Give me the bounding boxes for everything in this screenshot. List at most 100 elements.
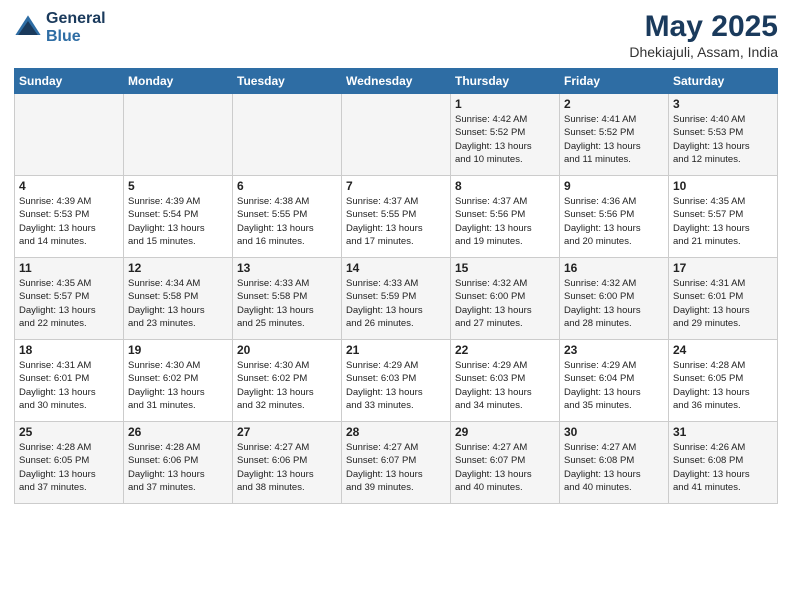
day-info: Sunrise: 4:33 AM Sunset: 5:58 PM Dayligh… (237, 277, 337, 330)
day-number: 16 (564, 261, 664, 275)
calendar-cell-w4d4: 22 Sunrise: 4:29 AM Sunset: 6:03 PM Dayli… (451, 340, 560, 422)
day-info: Sunrise: 4:35 AM Sunset: 5:57 PM Dayligh… (673, 195, 773, 248)
day-number: 21 (346, 343, 446, 357)
day-number: 20 (237, 343, 337, 357)
day-number: 23 (564, 343, 664, 357)
calendar-cell-w5d5: 30 Sunrise: 4:27 AM Sunset: 6:08 PM Dayli… (560, 422, 669, 504)
day-info: Sunrise: 4:39 AM Sunset: 5:53 PM Dayligh… (19, 195, 119, 248)
day-info: Sunrise: 4:32 AM Sunset: 6:00 PM Dayligh… (564, 277, 664, 330)
day-number: 19 (128, 343, 228, 357)
calendar-cell-w4d3: 21 Sunrise: 4:29 AM Sunset: 6:03 PM Dayli… (342, 340, 451, 422)
day-info: Sunrise: 4:41 AM Sunset: 5:52 PM Dayligh… (564, 113, 664, 166)
day-info: Sunrise: 4:29 AM Sunset: 6:04 PM Dayligh… (564, 359, 664, 412)
calendar-cell-w1d6: 3 Sunrise: 4:40 AM Sunset: 5:53 PM Daylig… (669, 94, 778, 176)
day-info: Sunrise: 4:27 AM Sunset: 6:07 PM Dayligh… (346, 441, 446, 494)
calendar-cell-w2d2: 6 Sunrise: 4:38 AM Sunset: 5:55 PM Daylig… (233, 176, 342, 258)
weekday-header-friday: Friday (560, 69, 669, 94)
day-info: Sunrise: 4:30 AM Sunset: 6:02 PM Dayligh… (128, 359, 228, 412)
day-number: 8 (455, 179, 555, 193)
day-number: 26 (128, 425, 228, 439)
day-number: 5 (128, 179, 228, 193)
weekday-header-row: SundayMondayTuesdayWednesdayThursdayFrid… (15, 69, 778, 94)
day-number: 13 (237, 261, 337, 275)
day-number: 11 (19, 261, 119, 275)
day-number: 14 (346, 261, 446, 275)
logo-icon (14, 14, 42, 42)
day-info: Sunrise: 4:26 AM Sunset: 6:08 PM Dayligh… (673, 441, 773, 494)
day-number: 12 (128, 261, 228, 275)
calendar-cell-w3d0: 11 Sunrise: 4:35 AM Sunset: 5:57 PM Dayli… (15, 258, 124, 340)
day-info: Sunrise: 4:37 AM Sunset: 5:56 PM Dayligh… (455, 195, 555, 248)
calendar-table: SundayMondayTuesdayWednesdayThursdayFrid… (14, 68, 778, 504)
weekday-header-monday: Monday (124, 69, 233, 94)
day-number: 10 (673, 179, 773, 193)
day-info: Sunrise: 4:31 AM Sunset: 6:01 PM Dayligh… (19, 359, 119, 412)
day-number: 27 (237, 425, 337, 439)
weekday-header-wednesday: Wednesday (342, 69, 451, 94)
calendar-cell-w2d6: 10 Sunrise: 4:35 AM Sunset: 5:57 PM Dayli… (669, 176, 778, 258)
calendar-cell-w2d5: 9Sunrise: 4:36 AM Sunset: 5:56 PM Daylig… (560, 176, 669, 258)
day-info: Sunrise: 4:34 AM Sunset: 5:58 PM Dayligh… (128, 277, 228, 330)
day-info: Sunrise: 4:27 AM Sunset: 6:07 PM Dayligh… (455, 441, 555, 494)
page-container: General Blue May 2025 Dhekiajuli, Assam,… (0, 0, 792, 514)
calendar-cell-w5d1: 26 Sunrise: 4:28 AM Sunset: 6:06 PM Dayli… (124, 422, 233, 504)
calendar-cell-w3d6: 17 Sunrise: 4:31 AM Sunset: 6:01 PM Dayli… (669, 258, 778, 340)
day-number: 17 (673, 261, 773, 275)
calendar-cell-w1d1 (124, 94, 233, 176)
day-info: Sunrise: 4:40 AM Sunset: 5:53 PM Dayligh… (673, 113, 773, 166)
calendar-cell-w1d5: 2 Sunrise: 4:41 AM Sunset: 5:52 PM Daylig… (560, 94, 669, 176)
calendar-cell-w3d3: 14 Sunrise: 4:33 AM Sunset: 5:59 PM Dayli… (342, 258, 451, 340)
calendar-cell-w5d0: 25Sunrise: 4:28 AM Sunset: 6:05 PM Dayli… (15, 422, 124, 504)
day-info: Sunrise: 4:33 AM Sunset: 5:59 PM Dayligh… (346, 277, 446, 330)
calendar-cell-w4d5: 23 Sunrise: 4:29 AM Sunset: 6:04 PM Dayli… (560, 340, 669, 422)
day-number: 22 (455, 343, 555, 357)
month-year: May 2025 (629, 10, 778, 44)
calendar-cell-w1d0 (15, 94, 124, 176)
day-info: Sunrise: 4:28 AM Sunset: 6:05 PM Dayligh… (673, 359, 773, 412)
day-info: Sunrise: 4:29 AM Sunset: 6:03 PM Dayligh… (346, 359, 446, 412)
day-info: Sunrise: 4:39 AM Sunset: 5:54 PM Dayligh… (128, 195, 228, 248)
title-block: May 2025 Dhekiajuli, Assam, India (629, 10, 778, 60)
calendar-cell-w2d4: 8 Sunrise: 4:37 AM Sunset: 5:56 PM Daylig… (451, 176, 560, 258)
day-number: 3 (673, 97, 773, 111)
calendar-cell-w2d0: 4 Sunrise: 4:39 AM Sunset: 5:53 PM Daylig… (15, 176, 124, 258)
day-number: 15 (455, 261, 555, 275)
day-info: Sunrise: 4:28 AM Sunset: 6:05 PM Dayligh… (19, 441, 119, 494)
day-info: Sunrise: 4:37 AM Sunset: 5:55 PM Dayligh… (346, 195, 446, 248)
day-info: Sunrise: 4:28 AM Sunset: 6:06 PM Dayligh… (128, 441, 228, 494)
weekday-header-saturday: Saturday (669, 69, 778, 94)
day-info: Sunrise: 4:35 AM Sunset: 5:57 PM Dayligh… (19, 277, 119, 330)
week-row-4: 18 Sunrise: 4:31 AM Sunset: 6:01 PM Dayli… (15, 340, 778, 422)
calendar-cell-w1d2 (233, 94, 342, 176)
calendar-cell-w4d0: 18 Sunrise: 4:31 AM Sunset: 6:01 PM Dayli… (15, 340, 124, 422)
day-info: Sunrise: 4:31 AM Sunset: 6:01 PM Dayligh… (673, 277, 773, 330)
day-info: Sunrise: 4:27 AM Sunset: 6:06 PM Dayligh… (237, 441, 337, 494)
calendar-cell-w5d4: 29 Sunrise: 4:27 AM Sunset: 6:07 PM Dayli… (451, 422, 560, 504)
location: Dhekiajuli, Assam, India (629, 44, 778, 60)
day-number: 30 (564, 425, 664, 439)
day-number: 9 (564, 179, 664, 193)
day-info: Sunrise: 4:30 AM Sunset: 6:02 PM Dayligh… (237, 359, 337, 412)
calendar-cell-w1d4: 1Sunrise: 4:42 AM Sunset: 5:52 PM Daylig… (451, 94, 560, 176)
week-row-2: 4 Sunrise: 4:39 AM Sunset: 5:53 PM Daylig… (15, 176, 778, 258)
day-number: 28 (346, 425, 446, 439)
calendar-cell-w3d4: 15Sunrise: 4:32 AM Sunset: 6:00 PM Dayli… (451, 258, 560, 340)
day-info: Sunrise: 4:29 AM Sunset: 6:03 PM Dayligh… (455, 359, 555, 412)
week-row-3: 11 Sunrise: 4:35 AM Sunset: 5:57 PM Dayli… (15, 258, 778, 340)
day-number: 4 (19, 179, 119, 193)
day-number: 6 (237, 179, 337, 193)
calendar-cell-w5d6: 31 Sunrise: 4:26 AM Sunset: 6:08 PM Dayli… (669, 422, 778, 504)
day-number: 29 (455, 425, 555, 439)
week-row-5: 25Sunrise: 4:28 AM Sunset: 6:05 PM Dayli… (15, 422, 778, 504)
day-number: 31 (673, 425, 773, 439)
header: General Blue May 2025 Dhekiajuli, Assam,… (14, 10, 778, 60)
day-number: 18 (19, 343, 119, 357)
calendar-cell-w2d1: 5 Sunrise: 4:39 AM Sunset: 5:54 PM Daylig… (124, 176, 233, 258)
day-info: Sunrise: 4:38 AM Sunset: 5:55 PM Dayligh… (237, 195, 337, 248)
day-number: 2 (564, 97, 664, 111)
day-info: Sunrise: 4:27 AM Sunset: 6:08 PM Dayligh… (564, 441, 664, 494)
calendar-cell-w4d2: 20 Sunrise: 4:30 AM Sunset: 6:02 PM Dayli… (233, 340, 342, 422)
calendar-cell-w4d6: 24Sunrise: 4:28 AM Sunset: 6:05 PM Dayli… (669, 340, 778, 422)
calendar-cell-w3d2: 13 Sunrise: 4:33 AM Sunset: 5:58 PM Dayli… (233, 258, 342, 340)
day-info: Sunrise: 4:42 AM Sunset: 5:52 PM Dayligh… (455, 113, 555, 166)
